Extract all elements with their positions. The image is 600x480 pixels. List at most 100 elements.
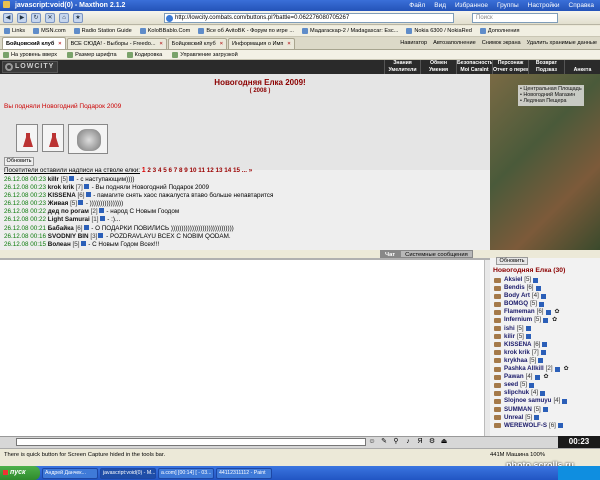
private-icon[interactable] — [494, 293, 501, 299]
info-icon[interactable] — [534, 374, 540, 380]
nav-knowledge[interactable]: Знания — [384, 60, 420, 67]
tab-system-messages[interactable]: Системные сообщения — [400, 250, 473, 258]
refresh-icon[interactable]: ↻ — [31, 12, 41, 23]
page-4[interactable]: 4 — [158, 167, 162, 174]
page-6[interactable]: 6 — [168, 167, 172, 174]
private-icon[interactable] — [494, 407, 501, 413]
clear-data-button[interactable]: Удалить хранимые данные — [527, 40, 597, 46]
private-icon[interactable] — [494, 398, 501, 404]
online-user[interactable]: ishi [5] — [494, 325, 598, 333]
info-icon[interactable] — [540, 293, 546, 299]
level-up-button[interactable]: На уровень вверх — [3, 51, 57, 58]
info-icon[interactable] — [83, 224, 89, 230]
tab-info[interactable]: Информация о Имп × — [228, 38, 295, 49]
online-user[interactable]: Flameman [6] ✿ — [494, 308, 598, 316]
event-year[interactable]: ( 2008 ) — [140, 88, 380, 94]
private-icon[interactable] — [494, 390, 501, 396]
online-user[interactable]: Body Art [4] — [494, 292, 598, 300]
private-icon[interactable] — [494, 358, 501, 364]
menu-groups[interactable]: Группы — [497, 0, 519, 11]
home-icon[interactable]: ⌂ — [59, 12, 69, 23]
info-icon[interactable] — [78, 200, 84, 206]
info-icon[interactable] — [99, 216, 105, 222]
online-user[interactable]: krok krik [7] — [494, 349, 598, 357]
exit-icon[interactable]: ⏏ — [440, 438, 448, 446]
page-15[interactable]: 15 — [233, 167, 240, 174]
link-msn[interactable]: MSN.com — [31, 28, 68, 34]
nav-character[interactable]: Персонаж — [492, 60, 528, 67]
page-8[interactable]: 8 — [179, 167, 183, 174]
smile-icon[interactable]: ☺ — [368, 438, 376, 446]
tab-combats-1[interactable]: Бойцовский клуб × — [2, 37, 66, 49]
menu-settings[interactable]: Настройки — [528, 0, 560, 11]
potion-item[interactable] — [42, 124, 64, 152]
page-7[interactable]: 7 — [174, 167, 178, 174]
screenshot-button[interactable]: Снимок экрана — [482, 40, 521, 46]
private-icon[interactable] — [494, 318, 501, 324]
online-refresh-button[interactable]: Обновить — [496, 257, 528, 265]
link-addons[interactable]: Дополнения — [478, 28, 522, 34]
autofill-button[interactable]: Автозаполнение — [433, 40, 476, 46]
page-11[interactable]: 11 — [198, 167, 205, 174]
page-12[interactable]: 12 — [207, 167, 214, 174]
online-user[interactable]: kilir [5] — [494, 333, 598, 341]
info-icon[interactable] — [535, 285, 541, 291]
task-button[interactable]: Андрей Данчек... — [42, 467, 98, 479]
info-icon[interactable] — [68, 176, 74, 181]
page-2[interactable]: 2 — [147, 167, 151, 174]
chat-nick[interactable]: Light Samurai — [48, 216, 90, 223]
font-size-button[interactable]: Размер шрифта — [67, 51, 117, 58]
nav-profile[interactable]: Анкета — [564, 67, 600, 74]
page-13[interactable]: 13 — [215, 167, 222, 174]
info-icon[interactable] — [538, 301, 544, 307]
filter-icon[interactable]: ⚲ — [392, 438, 400, 446]
page-5[interactable]: 5 — [163, 167, 167, 174]
page-14[interactable]: 14 — [224, 167, 231, 174]
online-user[interactable]: SUMMAN [5] — [494, 406, 598, 414]
online-user[interactable]: Infernium [5] ✿ — [494, 316, 598, 324]
chat-input[interactable] — [16, 438, 366, 446]
online-user[interactable]: seed [5] — [494, 381, 598, 389]
nav-skills-1[interactable]: Умелители — [384, 67, 420, 74]
chat-nick[interactable]: Живая — [48, 200, 69, 207]
download-manager-button[interactable]: Управление загрузкой — [172, 51, 238, 58]
info-icon[interactable] — [525, 334, 531, 340]
back-icon[interactable]: ◀ — [3, 12, 13, 23]
online-user[interactable]: KISSENA [6] — [494, 341, 598, 349]
online-user[interactable]: Unreal [5] — [494, 414, 598, 422]
online-user[interactable]: Bendis [6] — [494, 284, 598, 292]
links-label[interactable]: Links — [2, 28, 27, 34]
private-icon[interactable] — [494, 366, 501, 372]
tab-chat[interactable]: Чат — [380, 250, 401, 258]
info-icon[interactable] — [533, 277, 539, 283]
private-icon[interactable] — [494, 423, 501, 429]
private-icon[interactable] — [494, 309, 501, 315]
chat-nick[interactable]: KISSENA — [48, 192, 76, 199]
online-user[interactable]: BOMGQ [5] — [494, 300, 598, 308]
private-icon[interactable] — [494, 342, 501, 348]
favorites-icon[interactable]: ★ — [73, 12, 83, 23]
private-icon[interactable] — [494, 301, 501, 307]
close-icon[interactable]: × — [220, 41, 223, 47]
start-button[interactable]: пуск — [0, 466, 40, 480]
link-radio[interactable]: Radio Station Guide — [72, 28, 134, 34]
close-icon[interactable]: × — [287, 41, 290, 47]
nav-hint[interactable]: Подзказ — [528, 67, 564, 74]
potion-item[interactable] — [16, 124, 38, 152]
tab-combats-2[interactable]: Бойцовский клуб × — [167, 38, 228, 49]
info-icon[interactable] — [525, 326, 531, 332]
link-kolobbablo[interactable]: KoloBBablo.Com — [138, 28, 193, 34]
info-icon[interactable] — [538, 358, 544, 364]
task-button[interactable]: a.com] [00:14] [ - 03... — [158, 467, 214, 479]
online-user[interactable]: Pawan [4] ✿ — [494, 373, 598, 381]
chat-nick[interactable]: дед по рогам — [48, 208, 89, 215]
clear-icon[interactable]: ✎ — [380, 438, 388, 446]
menu-view[interactable]: Вид — [434, 0, 446, 11]
link-nokia[interactable]: Nokia 6300 / NokiaRed — [404, 28, 474, 34]
private-icon[interactable] — [494, 285, 501, 291]
private-icon[interactable] — [494, 326, 501, 332]
private-icon[interactable] — [494, 277, 501, 283]
info-icon[interactable] — [542, 407, 548, 413]
forward-icon[interactable]: ▶ — [17, 12, 27, 23]
online-user[interactable]: slipchuk [4] — [494, 389, 598, 397]
